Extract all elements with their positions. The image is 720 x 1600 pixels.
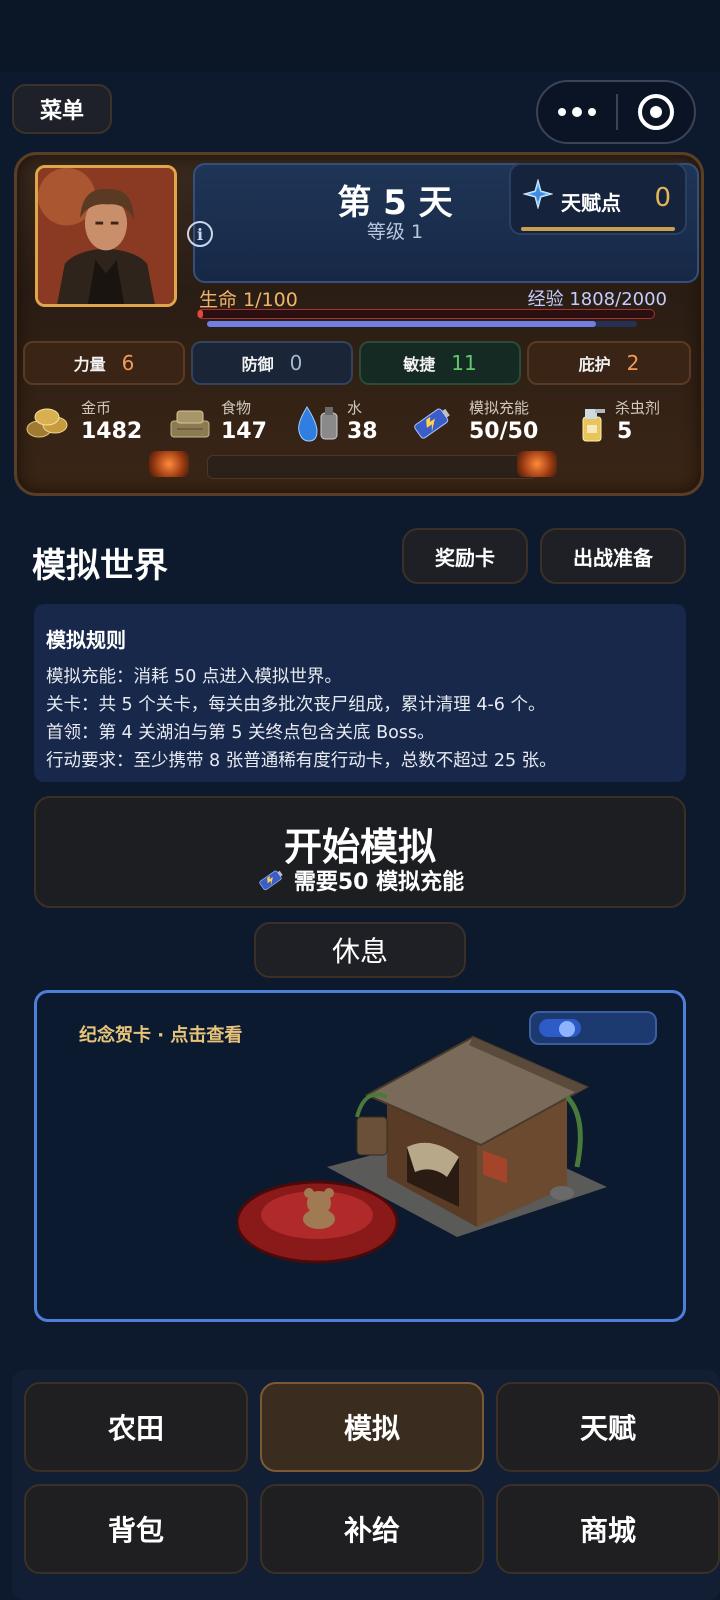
status-bar: [0, 0, 720, 72]
doghouse-scene: [237, 1035, 607, 1264]
resource-value: 50/50: [469, 419, 539, 444]
coins-icon: [26, 408, 68, 438]
talent-points-label: 天赋点: [561, 191, 621, 215]
stat-value: 11: [451, 351, 477, 375]
lamp-left: [149, 451, 189, 477]
level-label: 等级 1: [366, 221, 424, 243]
stat-value: 0: [289, 351, 303, 375]
spray-icon: [582, 409, 605, 442]
nav-shop[interactable]: 商城: [496, 1484, 720, 1574]
resource-label: 金币: [81, 399, 112, 417]
target-icon: [637, 94, 674, 130]
talent-points-box[interactable]: 天赋点 0: [509, 163, 687, 235]
info-icon[interactable]: i: [187, 221, 213, 247]
miniprogram-capsule: [536, 80, 696, 144]
resource-value: 147: [221, 419, 267, 444]
stat-label: 力量: [73, 355, 106, 374]
nav-talent[interactable]: 天赋: [496, 1382, 720, 1472]
stat-label: 庇护: [578, 355, 611, 374]
greeting-card-label: 纪念贺卡 · 点击查看: [79, 1025, 243, 1046]
resource-label: 模拟充能: [469, 399, 530, 417]
rules-title: 模拟规则: [46, 628, 126, 652]
rest-button[interactable]: 休息: [254, 922, 466, 978]
resource-value: 38: [347, 419, 378, 444]
hp-bar-fill: [198, 310, 203, 318]
stat-label: 敏捷: [403, 355, 436, 374]
talent-underline: [521, 227, 675, 231]
exp-bar-fill: [207, 321, 596, 327]
battery-icon: [259, 870, 283, 891]
resource-water: 水 38: [295, 395, 395, 451]
exp-label: 经验 1808/2000: [527, 289, 667, 310]
start-simulation-title: 开始模拟: [283, 825, 436, 869]
stat-agility: 敏捷 11: [359, 341, 521, 385]
lamp-right: [517, 451, 557, 477]
rules-line: 关卡：共 5 个关卡，每关由多批次丧尸组成，累计清理 4-6 个。: [46, 695, 546, 715]
resource-sim-energy: 模拟充能 50/50: [409, 395, 559, 451]
stat-defense: 防御 0: [191, 341, 353, 385]
resource-value: 1482: [81, 419, 143, 444]
status-panel: i 第 5 天 等级 1 天赋点 0 生命 1/100 经验 1808/2000…: [14, 152, 704, 496]
close-miniprogram-button[interactable]: [618, 94, 694, 130]
stat-strength: 力量 6: [23, 341, 185, 385]
nav-farm[interactable]: 农田: [24, 1382, 248, 1472]
panel-bottom-bar: [207, 455, 537, 479]
hp-bar: [197, 309, 655, 319]
resource-label: 食物: [221, 399, 252, 417]
talent-points-value: 0: [654, 183, 671, 213]
water-icon: [298, 406, 338, 442]
hp-label: 生命 1/100: [199, 289, 298, 311]
rules-line: 模拟充能：消耗 50 点进入模拟世界。: [46, 667, 342, 687]
reward-card-button[interactable]: 奖励卡: [402, 528, 528, 584]
start-simulation-cost: 需要50 模拟充能: [36, 864, 684, 896]
nav-backpack[interactable]: 背包: [24, 1484, 248, 1574]
stat-value: 2: [626, 351, 640, 375]
stat-value: 6: [121, 351, 135, 375]
menu-button[interactable]: 菜单: [12, 84, 112, 134]
avatar[interactable]: [35, 165, 177, 307]
cost-text: 需要50 模拟充能: [293, 870, 465, 895]
rules-line: 行动要求：至少携带 8 张普通稀有度行动卡，总数不超过 25 张。: [46, 751, 557, 771]
battle-prepare-button[interactable]: 出战准备: [540, 528, 686, 584]
rules-line: 首领：第 4 关湖泊与第 5 关终点包含关底 Boss。: [46, 723, 435, 743]
resource-food: 食物 147: [167, 395, 287, 451]
section-title: 模拟世界: [32, 546, 168, 586]
nav-simulation[interactable]: 模拟: [260, 1382, 484, 1472]
resource-label: 水: [347, 399, 363, 417]
food-icon: [170, 410, 210, 438]
more-icon[interactable]: [538, 106, 616, 117]
resource-value-insecticide: 5: [617, 419, 633, 444]
resource-gold: 金币 1482: [25, 395, 145, 451]
stat-shelter: 庇护 2: [527, 341, 691, 385]
greeting-card[interactable]: 纪念贺卡 · 点击查看: [34, 990, 686, 1322]
start-simulation-button[interactable]: 开始模拟 需要50 模拟充能: [34, 796, 686, 908]
crystal-star-icon: [523, 179, 553, 209]
stat-label: 防御: [241, 355, 274, 374]
rules-panel: 模拟规则 模拟充能：消耗 50 点进入模拟世界。 关卡：共 5 个关卡，每关由多…: [34, 604, 686, 782]
exp-bar: [207, 321, 637, 327]
battery-icon: [414, 408, 450, 439]
nav-supply[interactable]: 补给: [260, 1484, 484, 1574]
